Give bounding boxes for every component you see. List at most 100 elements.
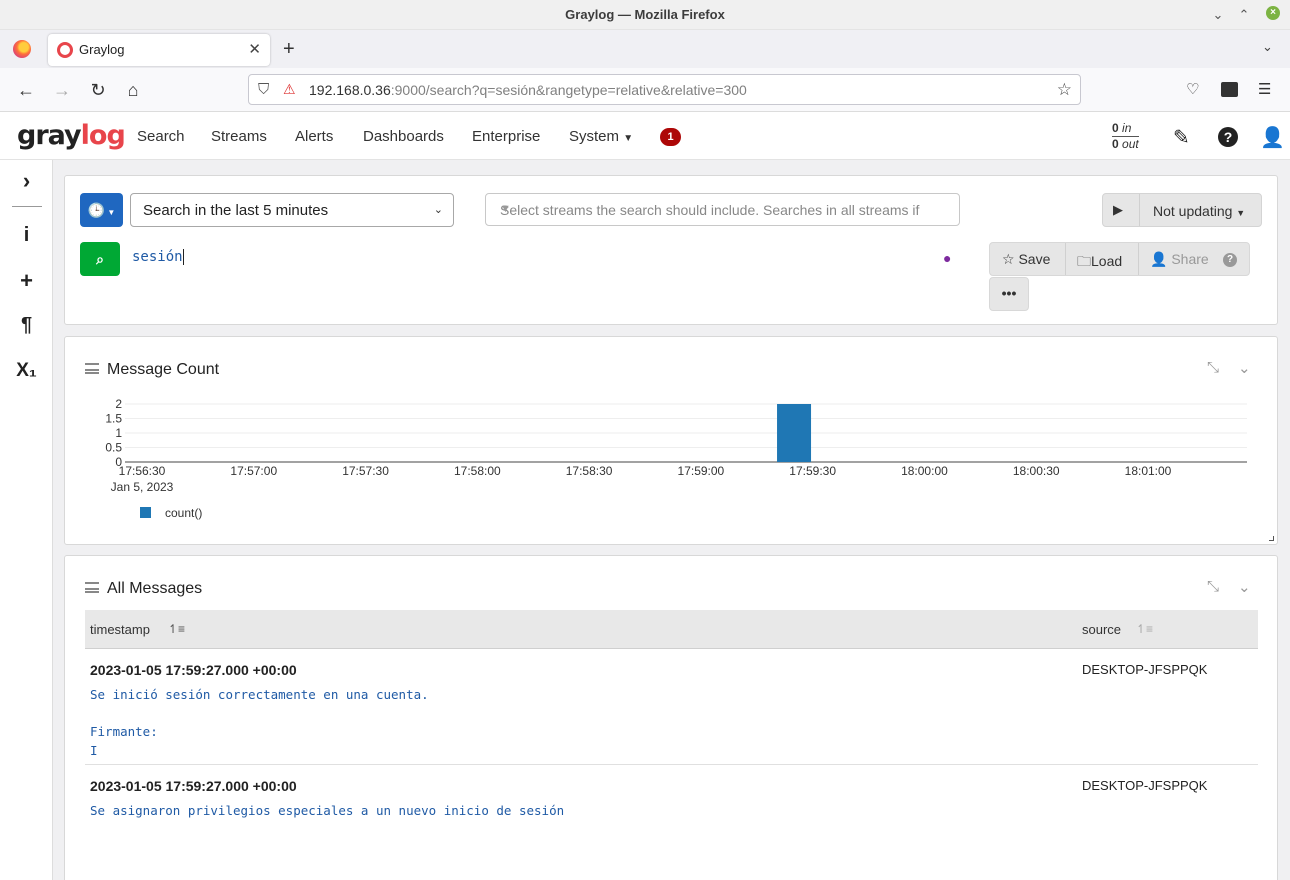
pocket-icon[interactable]: ♡ xyxy=(1186,80,1199,98)
x-tick-label: 17:59:30 xyxy=(789,464,836,478)
sort-icon[interactable]: ↿≡ xyxy=(1136,622,1153,636)
chevron-down-icon[interactable]: ⌄ xyxy=(1238,578,1251,596)
sidebar-divider xyxy=(12,206,42,207)
streams-select[interactable]: Select streams the search should include… xyxy=(485,193,960,226)
legend-swatch[interactable] xyxy=(140,507,151,518)
share-button[interactable]: 👤 Share xyxy=(1150,251,1209,268)
text-cursor xyxy=(182,249,184,265)
search-button[interactable]: ⌕ xyxy=(80,242,120,276)
info-icon[interactable]: i xyxy=(0,224,53,247)
x-tick-label: 17:58:00 xyxy=(454,464,501,478)
nav-search[interactable]: Search xyxy=(137,128,185,145)
edit-icon[interactable]: ✎ xyxy=(1173,125,1190,150)
x-tick-label: 18:01:00 xyxy=(1125,464,1172,478)
home-icon[interactable]: ⌂ xyxy=(121,78,145,102)
refresh-interval-button[interactable]: Not updating ▼ xyxy=(1153,203,1245,219)
new-tab-icon[interactable]: + xyxy=(283,38,295,61)
throughput-out-label: out xyxy=(1122,137,1139,151)
more-actions-button[interactable]: ••• xyxy=(989,277,1029,311)
save-label: Save xyxy=(1018,251,1051,267)
minimize-icon[interactable]: ⌄ xyxy=(1207,4,1229,26)
search-icon: ⌕ xyxy=(96,251,104,267)
user-plus-icon: 👤 xyxy=(1150,251,1168,267)
reload-icon[interactable]: ↻ xyxy=(86,78,110,102)
collapse-arrows-icon[interactable]: ⤡ xyxy=(1207,359,1219,376)
search-query-input[interactable]: sesión xyxy=(132,249,184,265)
graylog-favicon-icon xyxy=(57,42,73,58)
y-tick-label: 2 xyxy=(115,397,122,411)
time-range-select[interactable]: Search in the last 5 minutes ⌄ xyxy=(130,193,454,227)
load-label: Load xyxy=(1091,253,1123,269)
sort-icon[interactable]: ↿≡ xyxy=(168,622,185,636)
x-tick-label: 17:59:00 xyxy=(678,464,725,478)
row-divider xyxy=(85,764,1258,765)
message-source: DESKTOP-JFSPPQK xyxy=(1082,778,1208,793)
x-tick-label: 18:00:30 xyxy=(1013,464,1060,478)
drag-handle-icon[interactable] xyxy=(85,363,99,374)
extension-icon[interactable] xyxy=(1221,82,1238,97)
url-host: 192.168.0.36 xyxy=(309,82,391,98)
save-button[interactable]: ☆ Save xyxy=(1002,251,1050,268)
caret-down-icon: ▼ xyxy=(1236,208,1246,218)
notification-badge[interactable]: 1 xyxy=(660,128,681,146)
expand-chevron-icon[interactable]: › xyxy=(0,168,53,194)
help-icon[interactable]: ? xyxy=(1218,127,1238,147)
tracking-shield-icon[interactable]: ⛉ xyxy=(258,81,269,98)
search-actions: ☆ Save 🗀Load 👤 Share ? xyxy=(989,242,1250,276)
messages-table-header: timestamp ↿≡ source ↿≡ xyxy=(85,610,1258,649)
x-tick-date-label: Jan 5, 2023 xyxy=(111,480,174,494)
menu-hamburger-icon[interactable]: ☰ xyxy=(1258,80,1271,98)
x-tick-label: 17:57:00 xyxy=(230,464,277,478)
drag-handle-icon[interactable] xyxy=(85,582,99,593)
url-bar[interactable]: ⛉ ⚠ 192.168.0.36:9000/search?q=sesión&ra… xyxy=(248,74,1081,105)
query-text: sesión xyxy=(132,249,183,265)
nav-streams[interactable]: Streams xyxy=(211,128,267,145)
share-help-icon[interactable]: ? xyxy=(1223,253,1237,267)
chart-bars xyxy=(777,404,812,462)
play-icon[interactable]: ▶ xyxy=(1113,202,1123,218)
tab-list-chevron-icon[interactable]: ⌄ xyxy=(1262,39,1273,55)
column-header-source[interactable]: source xyxy=(1082,622,1121,637)
url-text[interactable]: 192.168.0.36:9000/search?q=sesión&ranget… xyxy=(309,82,747,98)
forward-icon[interactable]: → xyxy=(50,78,74,102)
subscript-icon[interactable]: X₁ xyxy=(0,360,53,382)
chart-y-axis: 00.511.52 xyxy=(105,397,122,469)
back-icon[interactable]: ← xyxy=(14,78,38,102)
bookmark-star-icon[interactable]: ☆ xyxy=(1057,80,1072,100)
lightbulb-icon[interactable]: ● xyxy=(943,250,951,266)
nav-alerts[interactable]: Alerts xyxy=(295,128,333,145)
graylog-header: graylog Search Streams Alerts Dashboards… xyxy=(0,112,1290,160)
nav-enterprise[interactable]: Enterprise xyxy=(472,128,540,145)
chart-bar[interactable] xyxy=(777,404,812,462)
x-tick-label: 17:58:30 xyxy=(566,464,613,478)
message-text: Se inició sesión correctamente en una cu… xyxy=(90,687,429,758)
time-range-type-button[interactable]: 🕒 ▼ xyxy=(80,193,123,227)
load-button[interactable]: 🗀Load xyxy=(1077,251,1122,275)
paragraph-icon[interactable]: ¶ xyxy=(0,314,53,337)
search-bar-panel: 🕒 ▼ Search in the last 5 minutes ⌄ Selec… xyxy=(64,175,1278,325)
browser-tab-graylog[interactable]: Graylog ✕ xyxy=(48,34,270,66)
legend-label[interactable]: count() xyxy=(165,506,202,520)
throughput-indicator[interactable]: 0 in 0 out xyxy=(1112,121,1139,152)
plus-icon[interactable]: + xyxy=(0,268,53,294)
resize-handle-icon[interactable] xyxy=(1269,536,1274,541)
chevron-down-icon[interactable]: ⌄ xyxy=(1238,359,1251,377)
refresh-label: Not updating xyxy=(1153,203,1233,219)
throughput-in-label: in xyxy=(1122,121,1132,135)
y-tick-label: 1 xyxy=(115,426,122,440)
maximize-icon[interactable]: ⌃ xyxy=(1233,4,1255,26)
insecure-lock-icon[interactable]: ⚠ xyxy=(283,81,296,98)
nav-system[interactable]: System ▼ xyxy=(569,128,633,145)
nav-dashboards[interactable]: Dashboards xyxy=(363,128,444,145)
user-icon[interactable]: 👤 xyxy=(1260,125,1285,150)
star-icon: ☆ xyxy=(1002,251,1015,267)
tab-title: Graylog xyxy=(79,42,125,57)
refresh-control: ▶ Not updating ▼ xyxy=(1102,193,1262,227)
firefox-icon[interactable] xyxy=(13,40,31,58)
collapse-arrows-icon[interactable]: ⤡ xyxy=(1207,578,1219,595)
close-window-icon[interactable]: × xyxy=(1266,6,1280,20)
tab-close-icon[interactable]: ✕ xyxy=(248,40,261,58)
browser-navbar: ← → ↻ ⌂ ⛉ ⚠ 192.168.0.36:9000/search?q=s… xyxy=(0,68,1290,112)
graylog-logo[interactable]: graylog xyxy=(17,120,126,151)
column-header-timestamp[interactable]: timestamp xyxy=(90,622,150,637)
